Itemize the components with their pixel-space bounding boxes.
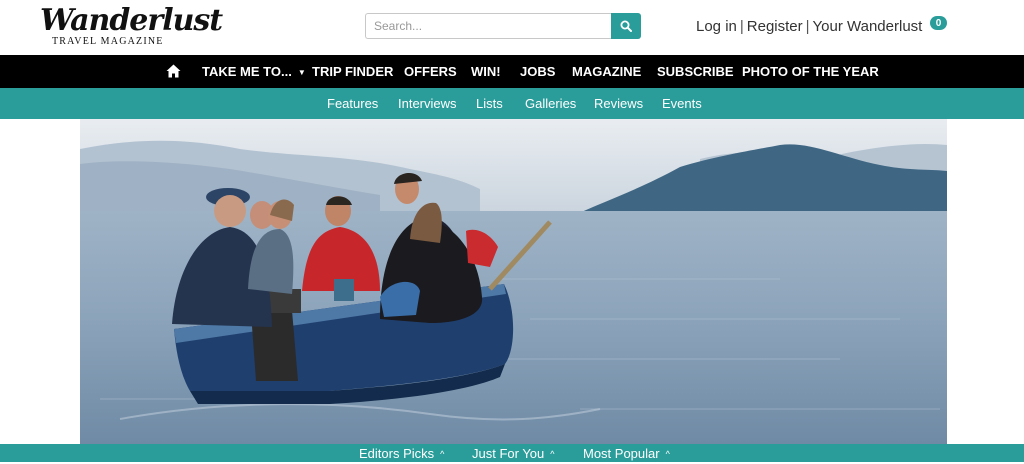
nav-subscribe[interactable]: SUBSCRIBE bbox=[657, 55, 734, 88]
sub-nav: Features Interviews Lists Galleries Revi… bbox=[0, 88, 1024, 119]
chevron-up-icon: ^ bbox=[665, 449, 670, 459]
subnav-interviews[interactable]: Interviews bbox=[398, 88, 457, 119]
account-links: Log in | Register | Your Wanderlust bbox=[696, 18, 922, 35]
caret-down-icon: ▼ bbox=[297, 68, 306, 78]
nav-photo-of-the-year[interactable]: PHOTO OF THE YEAR bbox=[742, 55, 879, 88]
search-input[interactable] bbox=[365, 13, 611, 39]
nav-win[interactable]: WIN! bbox=[471, 55, 501, 88]
main-nav: TAKE ME TO... ▼ TRIP FINDER OFFERS WIN! J… bbox=[0, 55, 1024, 88]
search-icon bbox=[620, 20, 632, 32]
bottom-bar: Editors Picks ^ Just For You ^ Most Popula… bbox=[0, 444, 1024, 462]
site-header: Wanderlust TRAVEL MAGAZINE Log in|Regist… bbox=[0, 0, 1024, 55]
home-icon[interactable] bbox=[166, 64, 181, 78]
wanderlust-logo[interactable]: Wanderlust TRAVEL MAGAZINE bbox=[40, 3, 223, 49]
logo-wordmark: Wanderlust bbox=[40, 3, 223, 38]
nav-jobs[interactable]: JOBS bbox=[520, 55, 555, 88]
most-popular-label: Most Popular bbox=[583, 446, 660, 461]
subnav-events[interactable]: Events bbox=[662, 88, 702, 119]
wanderlist-count-badge[interactable]: 0 bbox=[930, 16, 947, 30]
most-popular-tab[interactable]: Most Popular ^ bbox=[583, 444, 670, 462]
account-separator: | bbox=[805, 18, 810, 35]
chevron-up-icon: ^ bbox=[440, 449, 445, 459]
subnav-lists[interactable]: Lists bbox=[476, 88, 503, 119]
subnav-reviews[interactable]: Reviews bbox=[594, 88, 643, 119]
nav-offers[interactable]: OFFERS bbox=[404, 55, 457, 88]
editors-picks-tab[interactable]: Editors Picks ^ bbox=[359, 444, 444, 462]
editors-picks-label: Editors Picks bbox=[359, 446, 435, 461]
login-link[interactable]: Log in bbox=[696, 18, 737, 35]
just-for-you-tab[interactable]: Just For You ^ bbox=[472, 444, 555, 462]
just-for-you-label: Just For You bbox=[472, 446, 545, 461]
subnav-galleries[interactable]: Galleries bbox=[525, 88, 576, 119]
hero-image[interactable] bbox=[80, 119, 947, 445]
nav-take-me-to-label: TAKE ME TO... bbox=[202, 64, 292, 79]
search-form bbox=[365, 13, 641, 39]
nav-magazine[interactable]: MAGAZINE bbox=[572, 55, 641, 88]
search-button[interactable] bbox=[611, 13, 641, 39]
chevron-up-icon: ^ bbox=[550, 449, 555, 459]
subnav-features[interactable]: Features bbox=[327, 88, 378, 119]
nav-take-me-to[interactable]: TAKE ME TO... ▼ bbox=[202, 55, 306, 88]
your-wanderlust-link[interactable]: Your Wanderlust bbox=[813, 18, 923, 35]
hero-photo-boat-on-lake bbox=[80, 119, 947, 445]
account-separator: | bbox=[739, 18, 744, 35]
nav-trip-finder[interactable]: TRIP FINDER bbox=[312, 55, 393, 88]
register-link[interactable]: Register bbox=[747, 18, 803, 35]
logo-tagline: TRAVEL MAGAZINE bbox=[52, 36, 164, 47]
